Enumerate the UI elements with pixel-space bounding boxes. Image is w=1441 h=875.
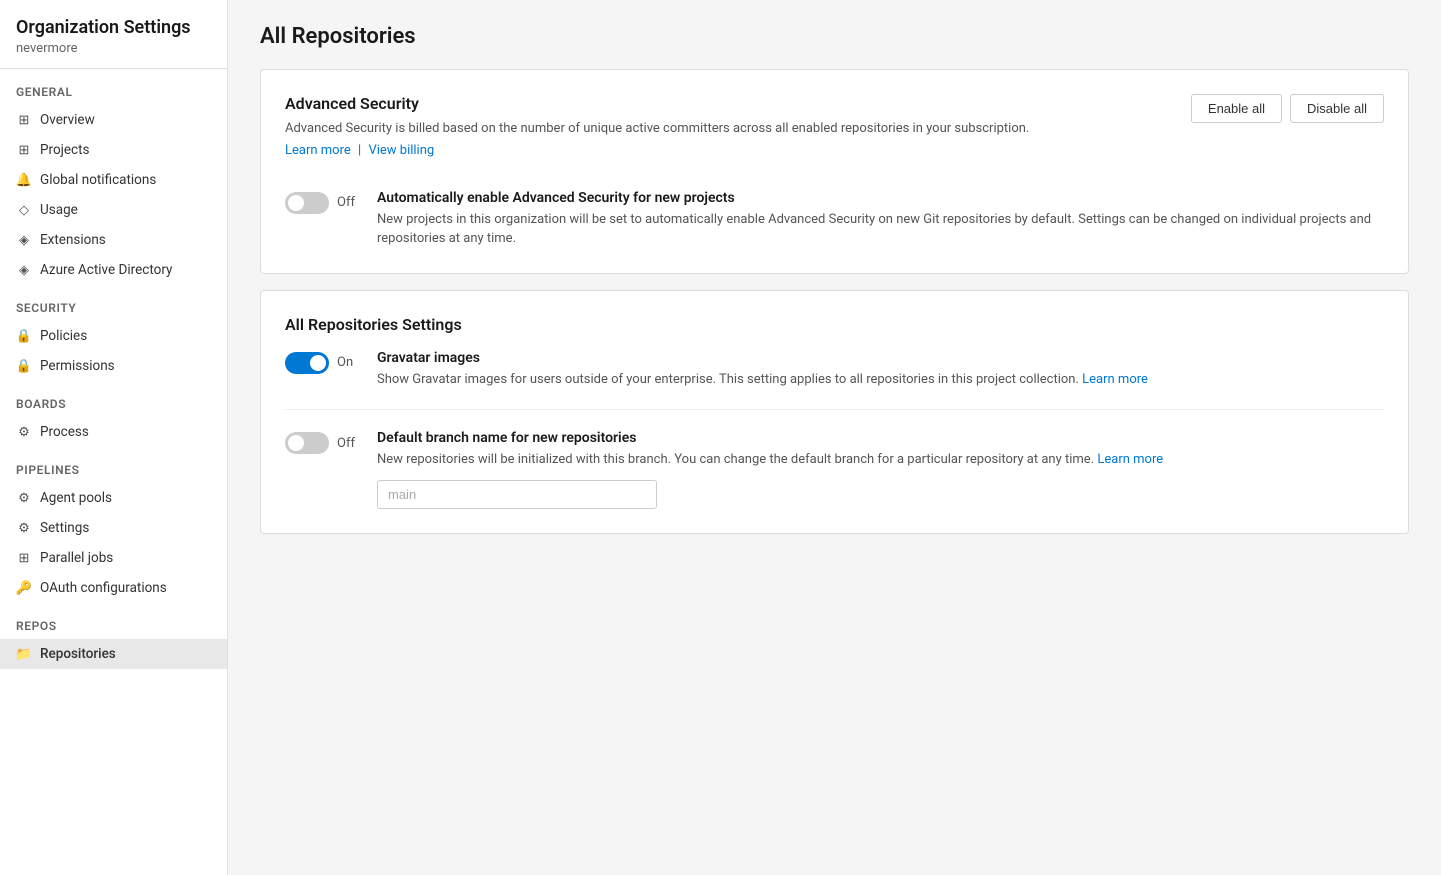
azure-icon: ◈ xyxy=(16,262,32,278)
sidebar-item-process[interactable]: ⚙ Process xyxy=(0,417,227,447)
main-content: All Repositories Advanced Security Advan… xyxy=(228,0,1441,875)
advanced-security-card: Advanced Security Advanced Security is b… xyxy=(260,69,1409,274)
default-branch-toggle-label: Off xyxy=(337,436,361,451)
section-label-boards: Boards xyxy=(0,381,227,417)
grid-icon: ⊞ xyxy=(16,142,32,158)
section-label-general: General xyxy=(0,69,227,105)
gravatar-toggle-label: On xyxy=(337,355,361,370)
gravatar-toggle-wrapper: On xyxy=(285,350,361,374)
repo-icon: 📁 xyxy=(16,646,32,662)
all-repositories-settings-title: All Repositories Settings xyxy=(285,315,1384,334)
parallel-icon: ⊞ xyxy=(16,550,32,566)
default-branch-toggle-slider xyxy=(285,432,329,454)
sidebar-item-settings[interactable]: ⚙ Settings xyxy=(0,513,227,543)
gravatar-toggle-content: Gravatar images Show Gravatar images for… xyxy=(377,350,1384,390)
gravatar-toggle-slider xyxy=(285,352,329,374)
all-repositories-settings-card: All Repositories Settings On Gravatar im… xyxy=(260,290,1409,534)
gravatar-learn-more-link[interactable]: Learn more xyxy=(1082,372,1148,387)
card-header-row: Advanced Security Advanced Security is b… xyxy=(285,94,1384,174)
default-branch-learn-more-link[interactable]: Learn more xyxy=(1097,452,1163,467)
learn-more-link[interactable]: Learn more xyxy=(285,143,351,158)
section-label-pipelines: Pipelines xyxy=(0,447,227,483)
gravatar-toggle[interactable] xyxy=(285,352,329,374)
advanced-security-toggle-row: Off Automatically enable Advanced Securi… xyxy=(285,190,1384,249)
sidebar-item-azure-active-directory[interactable]: ◈ Azure Active Directory xyxy=(0,255,227,285)
sidebar-item-repositories[interactable]: 📁 Repositories xyxy=(0,639,227,669)
toggle-slider xyxy=(285,192,329,214)
gravatar-toggle-row: On Gravatar images Show Gravatar images … xyxy=(285,350,1384,390)
advanced-security-desc: Advanced Security is billed based on the… xyxy=(285,119,1175,139)
sidebar-item-overview[interactable]: ⊞ Overview xyxy=(0,105,227,135)
enable-all-button[interactable]: Enable all xyxy=(1191,94,1282,123)
lock-icon: 🔒 xyxy=(16,358,32,374)
branch-name-input[interactable] xyxy=(377,480,657,509)
gravatar-title: Gravatar images xyxy=(377,350,1384,366)
default-branch-toggle-content: Default branch name for new repositories… xyxy=(377,430,1384,509)
lock-icon: 🔒 xyxy=(16,328,32,344)
divider xyxy=(285,409,1384,410)
grid-icon: ⊞ xyxy=(16,112,32,128)
gear-icon: ⚙ xyxy=(16,490,32,506)
gravatar-desc: Show Gravatar images for users outside o… xyxy=(377,370,1384,390)
sidebar-item-permissions[interactable]: 🔒 Permissions xyxy=(0,351,227,381)
gear-icon: ⚙ xyxy=(16,520,32,536)
sidebar-item-agent-pools[interactable]: ⚙ Agent pools xyxy=(0,483,227,513)
sidebar-item-usage[interactable]: ◇ Usage xyxy=(0,195,227,225)
section-label-repos: Repos xyxy=(0,603,227,639)
sidebar: Organization Settings nevermore General … xyxy=(0,0,228,875)
section-label-security: Security xyxy=(0,285,227,321)
disable-all-button[interactable]: Disable all xyxy=(1290,94,1384,123)
toggle-off-label: Off xyxy=(337,195,361,210)
bell-icon: 🔔 xyxy=(16,172,32,188)
link-separator: | xyxy=(358,143,361,158)
advanced-security-toggle[interactable] xyxy=(285,192,329,214)
sidebar-item-projects[interactable]: ⊞ Projects xyxy=(0,135,227,165)
page-title: All Repositories xyxy=(260,24,1409,49)
card-header-info: Advanced Security Advanced Security is b… xyxy=(285,94,1175,174)
card-header-buttons: Enable all Disable all xyxy=(1191,94,1384,123)
sidebar-item-parallel-jobs[interactable]: ⊞ Parallel jobs xyxy=(0,543,227,573)
default-branch-toggle-wrapper: Off xyxy=(285,430,361,454)
org-title: Organization Settings xyxy=(16,16,211,39)
default-branch-desc: New repositories will be initialized wit… xyxy=(377,450,1384,470)
extensions-icon: ◈ xyxy=(16,232,32,248)
toggle-setting-title: Automatically enable Advanced Security f… xyxy=(377,190,1384,206)
default-branch-title: Default branch name for new repositories xyxy=(377,430,1384,446)
view-billing-link[interactable]: View billing xyxy=(368,143,434,158)
sidebar-item-oauth-configurations[interactable]: 🔑 OAuth configurations xyxy=(0,573,227,603)
gear-icon: ⚙ xyxy=(16,424,32,440)
advanced-security-links: Learn more | View billing xyxy=(285,143,1175,158)
sidebar-item-policies[interactable]: 🔒 Policies xyxy=(0,321,227,351)
org-sub: nevermore xyxy=(16,41,211,56)
toggle-setting-desc: New projects in this organization will b… xyxy=(377,210,1384,249)
default-branch-toggle-row: Off Default branch name for new reposito… xyxy=(285,430,1384,509)
sidebar-header: Organization Settings nevermore xyxy=(0,0,227,69)
chart-icon: ◇ xyxy=(16,202,32,218)
toggle-content: Automatically enable Advanced Security f… xyxy=(377,190,1384,249)
default-branch-toggle[interactable] xyxy=(285,432,329,454)
toggle-wrapper: Off xyxy=(285,190,361,214)
advanced-security-title: Advanced Security xyxy=(285,94,1175,113)
key-icon: 🔑 xyxy=(16,580,32,596)
sidebar-item-extensions[interactable]: ◈ Extensions xyxy=(0,225,227,255)
sidebar-item-global-notifications[interactable]: 🔔 Global notifications xyxy=(0,165,227,195)
